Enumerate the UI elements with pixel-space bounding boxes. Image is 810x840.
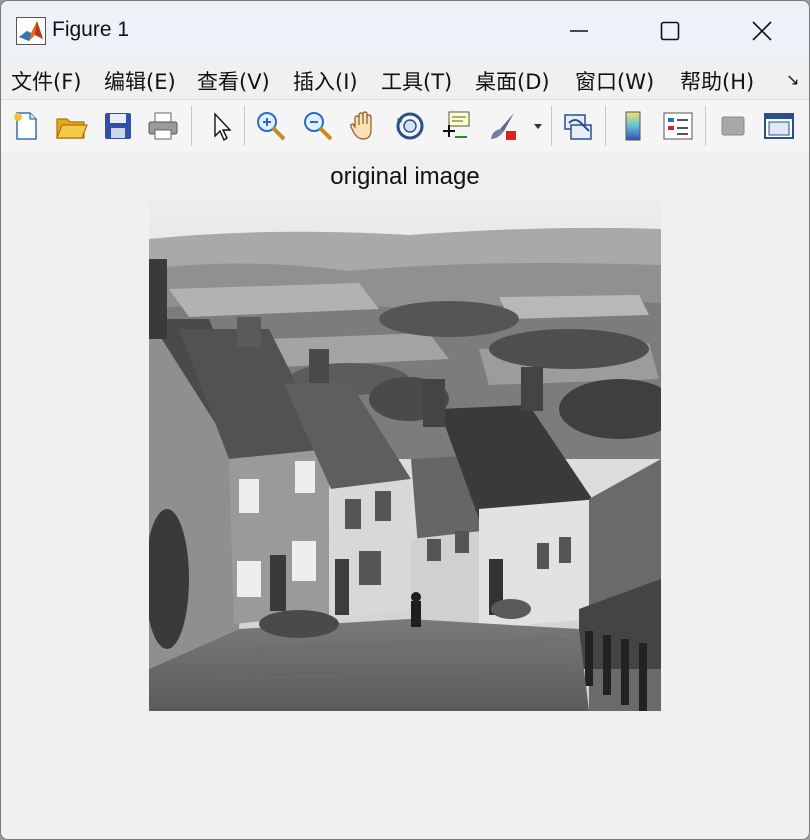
save-icon: [105, 113, 131, 139]
select-button[interactable]: [204, 109, 238, 143]
figure-toolbar: [1, 99, 809, 153]
menu-help[interactable]: 帮助(H): [680, 66, 754, 96]
open-file-icon: [56, 118, 88, 139]
menu-edit[interactable]: 编辑(E): [104, 66, 176, 96]
close-button[interactable]: [715, 1, 807, 59]
rotate-3d-icon: [396, 112, 424, 140]
select-pointer-icon: [214, 112, 232, 142]
data-cursor-icon: [443, 111, 470, 138]
colorbar-icon: [625, 111, 641, 141]
minimize-button[interactable]: [532, 1, 624, 59]
menu-tools[interactable]: 工具(T): [381, 66, 452, 96]
zoom-in-button[interactable]: [254, 109, 288, 143]
print-button[interactable]: [146, 109, 180, 143]
minimize-icon: [570, 30, 588, 32]
print-icon: [148, 112, 178, 140]
brush-dropdown-button[interactable]: [529, 109, 547, 143]
village-street-icon[interactable]: [149, 199, 661, 711]
pan-hand-icon: [350, 111, 372, 140]
new-figure-icon: [14, 112, 37, 140]
toolbar-separator: [244, 106, 245, 146]
data-cursor-button[interactable]: [439, 109, 473, 143]
matlab-app-icon: [16, 17, 46, 45]
brush-icon: [491, 113, 516, 140]
link-plot-icon: [564, 114, 592, 140]
hide-plot-tools-icon: [721, 116, 745, 136]
colorbar-button[interactable]: [616, 109, 650, 143]
maximize-button[interactable]: [623, 1, 715, 59]
show-plot-tools-icon: [764, 113, 794, 139]
toolbar-separator: [191, 106, 192, 146]
maximize-icon: [660, 21, 680, 41]
link-plot-button[interactable]: [561, 109, 595, 143]
brush-dropdown-icon: [534, 124, 542, 129]
legend-button[interactable]: [661, 109, 695, 143]
save-button[interactable]: [101, 109, 135, 143]
brush-button[interactable]: [486, 109, 520, 143]
open-file-button[interactable]: [54, 109, 88, 143]
title-bar[interactable]: Figure 1: [1, 1, 809, 59]
close-icon: [752, 21, 772, 41]
zoom-in-icon: [257, 112, 286, 141]
menu-file[interactable]: 文件(F): [11, 66, 81, 96]
toolbar-separator: [605, 106, 606, 146]
rotate-3d-button[interactable]: [393, 109, 427, 143]
menu-window[interactable]: 窗口(W): [575, 66, 654, 96]
menu-desktop[interactable]: 桌面(D): [475, 66, 550, 96]
zoom-out-icon: [304, 112, 333, 141]
figure-canvas[interactable]: original image: [1, 152, 809, 839]
menu-bar: 文件(F) 编辑(E) 查看(V) 插入(I) 工具(T) 桌面(D) 窗口(W…: [1, 59, 809, 99]
menu-view[interactable]: 查看(V): [197, 66, 270, 96]
menu-insert[interactable]: 插入(I): [293, 66, 358, 96]
legend-icon: [663, 112, 693, 140]
toolbar-separator: [551, 106, 552, 146]
zoom-out-button[interactable]: [301, 109, 335, 143]
axes-title: original image: [330, 163, 480, 190]
overflow-arrow-icon[interactable]: ↘: [786, 70, 799, 89]
figure-window: Figure 1 文件(F) 编辑(E) 查看(V) 插入(I) 工具(T) 桌…: [0, 0, 810, 840]
window-title: Figure 1: [52, 18, 130, 41]
toolbar-separator: [705, 106, 706, 146]
pan-button[interactable]: [347, 109, 381, 143]
new-figure-button[interactable]: [9, 109, 43, 143]
hide-plot-tools-button[interactable]: [716, 109, 750, 143]
show-plot-tools-button[interactable]: [762, 109, 796, 143]
